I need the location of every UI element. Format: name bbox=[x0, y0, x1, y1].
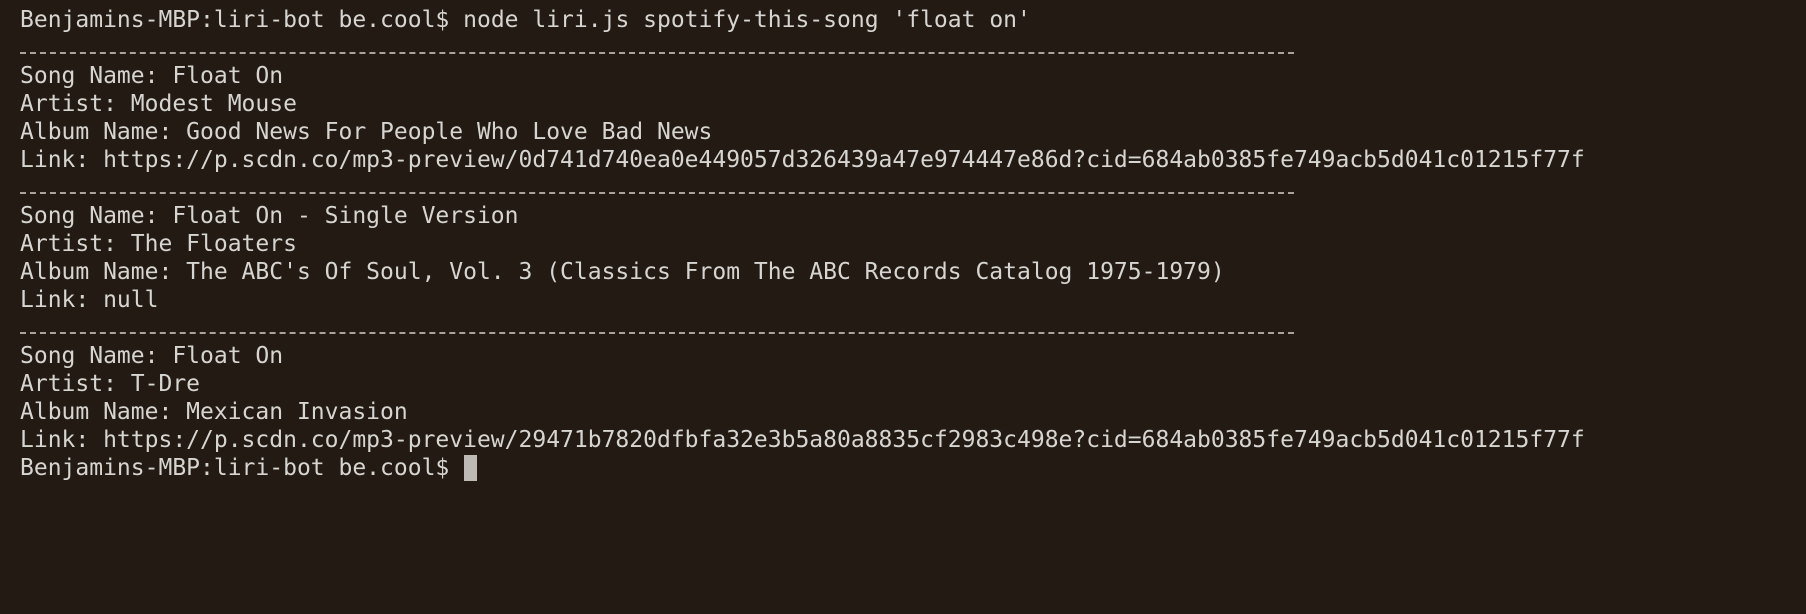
separator-rule bbox=[20, 34, 1786, 62]
result-link: Link: https://p.scdn.co/mp3-preview/0d74… bbox=[20, 147, 1585, 173]
result-artist: Artist: Modest Mouse bbox=[20, 91, 297, 117]
input-line[interactable]: Benjamins-MBP:liri-bot be.cool$ bbox=[20, 454, 1786, 482]
command-text: node liri.js spotify-this-song 'float on… bbox=[463, 7, 1031, 33]
result-album-name: Album Name: The ABC's Of Soul, Vol. 3 (C… bbox=[20, 259, 1225, 285]
separator-rule bbox=[20, 174, 1786, 202]
result-artist: Artist: The Floaters bbox=[20, 231, 297, 257]
separator-rule bbox=[20, 314, 1786, 342]
text-cursor bbox=[464, 455, 478, 481]
terminal-window[interactable]: Benjamins-MBP:liri-bot be.cool$ node lir… bbox=[0, 0, 1806, 614]
result-artist: Artist: T-Dre bbox=[20, 371, 201, 397]
result-link: Link: https://p.scdn.co/mp3-preview/2947… bbox=[20, 427, 1585, 453]
result-song-name: Song Name: Float On - Single Version bbox=[20, 203, 519, 229]
command-line: Benjamins-MBP:liri-bot be.cool$ node lir… bbox=[20, 6, 1786, 34]
shell-prompt: Benjamins-MBP:liri-bot be.cool$ bbox=[20, 455, 450, 481]
result-song-name: Song Name: Float On bbox=[20, 343, 284, 369]
shell-prompt: Benjamins-MBP:liri-bot be.cool$ bbox=[20, 7, 450, 33]
result-song-name: Song Name: Float On bbox=[20, 63, 284, 89]
result-album-name: Album Name: Good News For People Who Lov… bbox=[20, 119, 713, 145]
result-link: Link: null bbox=[20, 287, 159, 313]
result-album-name: Album Name: Mexican Invasion bbox=[20, 399, 408, 425]
